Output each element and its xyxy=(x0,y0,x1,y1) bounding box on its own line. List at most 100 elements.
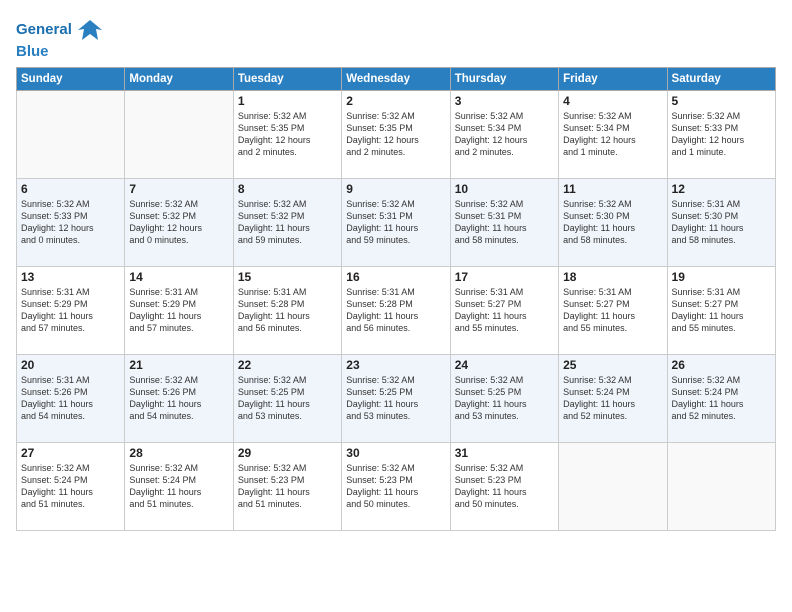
header: General Blue xyxy=(16,16,776,61)
cell-detail: Sunrise: 5:32 AM Sunset: 5:31 PM Dayligh… xyxy=(346,198,445,247)
day-number: 2 xyxy=(346,94,445,108)
calendar-cell: 5 Sunrise: 5:32 AM Sunset: 5:33 PM Daylig… xyxy=(667,90,775,178)
calendar-cell: 28 Sunrise: 5:32 AM Sunset: 5:24 PM Dayli… xyxy=(125,442,233,530)
cell-detail: Sunrise: 5:32 AM Sunset: 5:34 PM Dayligh… xyxy=(455,110,554,159)
week-row-1: 1 Sunrise: 5:32 AM Sunset: 5:35 PM Daylig… xyxy=(17,90,776,178)
day-number: 30 xyxy=(346,446,445,460)
calendar-cell: 7Sunrise: 5:32 AM Sunset: 5:32 PM Daylig… xyxy=(125,178,233,266)
calendar-cell: 17 Sunrise: 5:31 AM Sunset: 5:27 PM Dayli… xyxy=(450,266,558,354)
calendar-cell xyxy=(559,442,667,530)
day-number: 16 xyxy=(346,270,445,284)
calendar-cell: 12 Sunrise: 5:31 AM Sunset: 5:30 PM Dayli… xyxy=(667,178,775,266)
cell-detail: Sunrise: 5:31 AM Sunset: 5:30 PM Dayligh… xyxy=(672,198,771,247)
weekday-tuesday: Tuesday xyxy=(233,67,341,90)
cell-detail: Sunrise: 5:31 AM Sunset: 5:26 PM Dayligh… xyxy=(21,374,120,423)
day-number: 19 xyxy=(672,270,771,284)
day-number: 18 xyxy=(563,270,662,284)
calendar-cell: 1Sunrise: 5:32 AM Sunset: 5:35 PM Daylig… xyxy=(233,90,341,178)
cell-detail: Sunrise: 5:32 AM Sunset: 5:33 PM Dayligh… xyxy=(672,110,771,159)
cell-detail: Sunrise: 5:32 AM Sunset: 5:24 PM Dayligh… xyxy=(672,374,771,423)
day-number: 1 xyxy=(238,94,337,108)
day-number: 17 xyxy=(455,270,554,284)
day-number: 6 xyxy=(21,182,120,196)
cell-detail: Sunrise: 5:32 AM Sunset: 5:35 PM Dayligh… xyxy=(346,110,445,159)
day-number: 4 xyxy=(563,94,662,108)
calendar-cell: 26 Sunrise: 5:32 AM Sunset: 5:24 PM Dayli… xyxy=(667,354,775,442)
weekday-wednesday: Wednesday xyxy=(342,67,450,90)
calendar-cell: 11 Sunrise: 5:32 AM Sunset: 5:30 PM Dayli… xyxy=(559,178,667,266)
calendar-cell: 29 Sunrise: 5:32 AM Sunset: 5:23 PM Dayli… xyxy=(233,442,341,530)
day-number: 26 xyxy=(672,358,771,372)
calendar-cell: 22Sunrise: 5:32 AM Sunset: 5:25 PM Dayli… xyxy=(233,354,341,442)
cell-detail: Sunrise: 5:31 AM Sunset: 5:28 PM Dayligh… xyxy=(238,286,337,335)
cell-detail: Sunrise: 5:32 AM Sunset: 5:24 PM Dayligh… xyxy=(129,462,228,511)
day-number: 9 xyxy=(346,182,445,196)
day-number: 23 xyxy=(346,358,445,372)
cell-detail: Sunrise: 5:32 AM Sunset: 5:23 PM Dayligh… xyxy=(455,462,554,511)
calendar-cell: 3 Sunrise: 5:32 AM Sunset: 5:34 PM Daylig… xyxy=(450,90,558,178)
day-number: 3 xyxy=(455,94,554,108)
cell-detail: Sunrise: 5:32 AM Sunset: 5:31 PM Dayligh… xyxy=(455,198,554,247)
cell-detail: Sunrise: 5:32 AM Sunset: 5:23 PM Dayligh… xyxy=(238,462,337,511)
calendar-cell: 13 Sunrise: 5:31 AM Sunset: 5:29 PM Dayli… xyxy=(17,266,125,354)
calendar-cell: 4Sunrise: 5:32 AM Sunset: 5:34 PM Daylig… xyxy=(559,90,667,178)
calendar-cell: 24 Sunrise: 5:32 AM Sunset: 5:25 PM Dayli… xyxy=(450,354,558,442)
cell-detail: Sunrise: 5:32 AM Sunset: 5:25 PM Dayligh… xyxy=(455,374,554,423)
cell-detail: Sunrise: 5:31 AM Sunset: 5:29 PM Dayligh… xyxy=(129,286,228,335)
calendar-cell: 30Sunrise: 5:32 AM Sunset: 5:23 PM Dayli… xyxy=(342,442,450,530)
calendar-cell: 23 Sunrise: 5:32 AM Sunset: 5:25 PM Dayli… xyxy=(342,354,450,442)
calendar-cell xyxy=(125,90,233,178)
weekday-thursday: Thursday xyxy=(450,67,558,90)
logo-text2: Blue xyxy=(16,44,104,61)
day-number: 8 xyxy=(238,182,337,196)
calendar-cell: 21 Sunrise: 5:32 AM Sunset: 5:26 PM Dayli… xyxy=(125,354,233,442)
day-number: 31 xyxy=(455,446,554,460)
day-number: 5 xyxy=(672,94,771,108)
calendar-cell: 6 Sunrise: 5:32 AM Sunset: 5:33 PM Daylig… xyxy=(17,178,125,266)
calendar-cell xyxy=(17,90,125,178)
cell-detail: Sunrise: 5:32 AM Sunset: 5:26 PM Dayligh… xyxy=(129,374,228,423)
weekday-friday: Friday xyxy=(559,67,667,90)
week-row-2: 6 Sunrise: 5:32 AM Sunset: 5:33 PM Daylig… xyxy=(17,178,776,266)
logo-bird-icon xyxy=(76,16,104,44)
weekday-header-row: SundayMondayTuesdayWednesdayThursdayFrid… xyxy=(17,67,776,90)
cell-detail: Sunrise: 5:31 AM Sunset: 5:27 PM Dayligh… xyxy=(455,286,554,335)
week-row-5: 27Sunrise: 5:32 AM Sunset: 5:24 PM Dayli… xyxy=(17,442,776,530)
calendar-cell: 20 Sunrise: 5:31 AM Sunset: 5:26 PM Dayli… xyxy=(17,354,125,442)
cell-detail: Sunrise: 5:31 AM Sunset: 5:29 PM Dayligh… xyxy=(21,286,120,335)
day-number: 24 xyxy=(455,358,554,372)
cell-detail: Sunrise: 5:32 AM Sunset: 5:24 PM Dayligh… xyxy=(21,462,120,511)
cell-detail: Sunrise: 5:32 AM Sunset: 5:30 PM Dayligh… xyxy=(563,198,662,247)
day-number: 13 xyxy=(21,270,120,284)
day-number: 12 xyxy=(672,182,771,196)
calendar-cell: 18Sunrise: 5:31 AM Sunset: 5:27 PM Dayli… xyxy=(559,266,667,354)
day-number: 25 xyxy=(563,358,662,372)
day-number: 28 xyxy=(129,446,228,460)
day-number: 21 xyxy=(129,358,228,372)
weekday-sunday: Sunday xyxy=(17,67,125,90)
cell-detail: Sunrise: 5:31 AM Sunset: 5:28 PM Dayligh… xyxy=(346,286,445,335)
calendar-cell xyxy=(667,442,775,530)
cell-detail: Sunrise: 5:31 AM Sunset: 5:27 PM Dayligh… xyxy=(672,286,771,335)
cell-detail: Sunrise: 5:32 AM Sunset: 5:32 PM Dayligh… xyxy=(129,198,228,247)
cell-detail: Sunrise: 5:32 AM Sunset: 5:33 PM Dayligh… xyxy=(21,198,120,247)
cell-detail: Sunrise: 5:32 AM Sunset: 5:25 PM Dayligh… xyxy=(238,374,337,423)
weekday-saturday: Saturday xyxy=(667,67,775,90)
day-number: 29 xyxy=(238,446,337,460)
day-number: 11 xyxy=(563,182,662,196)
calendar-cell: 31 Sunrise: 5:32 AM Sunset: 5:23 PM Dayli… xyxy=(450,442,558,530)
calendar-cell: 14Sunrise: 5:31 AM Sunset: 5:29 PM Dayli… xyxy=(125,266,233,354)
calendar-cell: 27Sunrise: 5:32 AM Sunset: 5:24 PM Dayli… xyxy=(17,442,125,530)
week-row-4: 20 Sunrise: 5:31 AM Sunset: 5:26 PM Dayli… xyxy=(17,354,776,442)
logo-text: General xyxy=(16,22,72,39)
cell-detail: Sunrise: 5:32 AM Sunset: 5:25 PM Dayligh… xyxy=(346,374,445,423)
day-number: 10 xyxy=(455,182,554,196)
week-row-3: 13 Sunrise: 5:31 AM Sunset: 5:29 PM Dayli… xyxy=(17,266,776,354)
logo: General Blue xyxy=(16,16,104,61)
calendar-cell: 8Sunrise: 5:32 AM Sunset: 5:32 PM Daylig… xyxy=(233,178,341,266)
day-number: 20 xyxy=(21,358,120,372)
weekday-monday: Monday xyxy=(125,67,233,90)
calendar-cell: 10 Sunrise: 5:32 AM Sunset: 5:31 PM Dayli… xyxy=(450,178,558,266)
calendar-cell: 15Sunrise: 5:31 AM Sunset: 5:28 PM Dayli… xyxy=(233,266,341,354)
calendar-table: SundayMondayTuesdayWednesdayThursdayFrid… xyxy=(16,67,776,531)
